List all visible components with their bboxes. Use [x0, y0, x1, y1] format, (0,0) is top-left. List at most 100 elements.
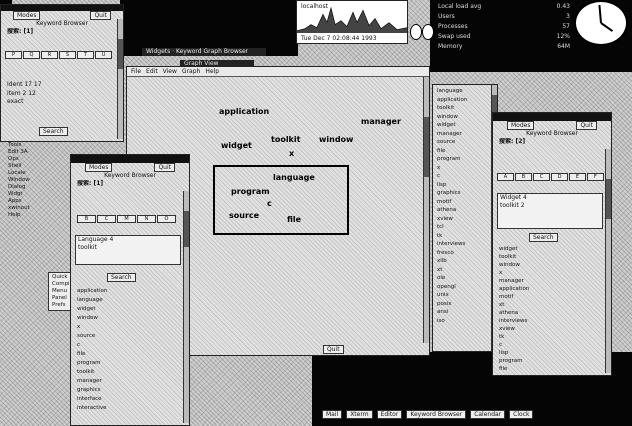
label[interactable]: Help	[8, 212, 30, 219]
list-item[interactable]: application	[77, 287, 107, 296]
window-titlebar[interactable]	[71, 155, 189, 163]
list-item[interactable]: lisp	[437, 181, 467, 190]
list-item[interactable]: application	[437, 96, 467, 105]
list-item[interactable]: fresco	[437, 249, 467, 258]
entry-field[interactable]: Language 4 toolkit	[75, 235, 181, 265]
list-item[interactable]: motif	[499, 293, 529, 301]
label[interactable]: xwinout	[8, 205, 30, 212]
window-titlebar[interactable]	[493, 113, 611, 121]
menu-graph[interactable]: Graph	[182, 67, 200, 76]
list-item[interactable]: ansi	[437, 308, 467, 317]
list-item[interactable]: graphics	[77, 386, 107, 395]
list-item[interactable]: tcl	[437, 223, 467, 232]
taskbar-item[interactable]: Calendar	[470, 410, 506, 419]
list-item[interactable]: manager	[437, 130, 467, 139]
cell[interactable]: E	[569, 173, 586, 181]
cell[interactable]: C	[533, 173, 550, 181]
cell[interactable]: T	[77, 51, 94, 59]
node-file[interactable]: file	[287, 215, 301, 224]
list-item[interactable]: window	[499, 261, 529, 269]
quit-button[interactable]: Quit	[90, 11, 111, 20]
cell[interactable]: U	[95, 51, 112, 59]
taskbar-item[interactable]: Clock	[509, 410, 534, 419]
status-button[interactable]: Quit	[323, 345, 344, 354]
cell[interactable]: A	[497, 173, 514, 181]
menu-edit[interactable]: Edit	[146, 67, 158, 76]
cell[interactable]: M	[117, 215, 136, 223]
node-language[interactable]: language	[273, 173, 315, 182]
node-widget[interactable]: widget	[221, 141, 252, 150]
list-item[interactable]: opengl	[437, 283, 467, 292]
list-item[interactable]: program	[77, 359, 107, 368]
node-c[interactable]: c	[267, 199, 272, 208]
node-application[interactable]: application	[219, 107, 269, 116]
label[interactable]: Ops	[8, 156, 30, 163]
label[interactable]: Window	[8, 177, 30, 184]
list-item[interactable]: x	[437, 164, 467, 173]
list-item[interactable]: unix	[437, 291, 467, 300]
node-program[interactable]: program	[231, 187, 270, 196]
list-item[interactable]: application	[499, 285, 529, 293]
list-item[interactable]: program	[437, 155, 467, 164]
entry-field[interactable]: Widget 4 toolkit 2	[497, 193, 603, 229]
label[interactable]: Wdgt	[8, 191, 30, 198]
center-window-title[interactable]: Widgets · Keyword Graph Browser	[142, 48, 266, 56]
list-item[interactable]: program	[499, 357, 529, 365]
cell[interactable]: B	[77, 215, 96, 223]
cell[interactable]: N	[137, 215, 156, 223]
list-item[interactable]: file	[437, 147, 467, 156]
cell[interactable]: P	[5, 51, 22, 59]
node-manager[interactable]: manager	[361, 117, 401, 126]
cell[interactable]: Q	[23, 51, 40, 59]
list-item[interactable]: interactive	[77, 404, 107, 413]
list-item[interactable]: toolkit	[77, 368, 107, 377]
cell[interactable]: O	[157, 215, 176, 223]
list-item[interactable]: language	[437, 87, 467, 96]
list-item[interactable]: ole	[437, 274, 467, 283]
list-item[interactable]: athena	[437, 206, 467, 215]
list-item[interactable]: widget	[499, 245, 529, 253]
graph-scrollbar[interactable]	[423, 77, 429, 343]
quit-button[interactable]: Quit	[154, 163, 175, 172]
list-item[interactable]: widget	[437, 121, 467, 130]
list-item[interactable]: item 2 12	[7, 90, 42, 99]
cell[interactable]: C	[97, 215, 116, 223]
list-item[interactable]: c	[77, 341, 107, 350]
list-item[interactable]: source	[437, 138, 467, 147]
label[interactable]: Edit 3A	[8, 149, 30, 156]
taskbar-item[interactable]: Keyword Browser	[406, 410, 467, 419]
scrollbar[interactable]	[117, 19, 123, 139]
scrollbar[interactable]	[605, 149, 611, 373]
label[interactable]: Locale	[8, 170, 30, 177]
list-item[interactable]: toolkit	[437, 104, 467, 113]
list-item[interactable]: iso	[437, 317, 467, 326]
list-item[interactable]: file	[77, 350, 107, 359]
cell[interactable]: B	[515, 173, 532, 181]
modes-button[interactable]: Modes	[85, 163, 113, 172]
list-item[interactable]: xt	[499, 301, 529, 309]
search-button[interactable]: Search	[39, 127, 68, 136]
cell[interactable]: F	[587, 173, 604, 181]
list-item[interactable]: manager	[77, 377, 107, 386]
list-item[interactable]: toolkit	[499, 253, 529, 261]
list-item[interactable]: x	[77, 323, 107, 332]
scrollbar[interactable]	[183, 191, 189, 423]
modes-button[interactable]: Modes	[507, 121, 535, 130]
menu-file[interactable]: File	[131, 67, 141, 76]
list-item[interactable]: file	[499, 365, 529, 373]
list-item[interactable]: c	[499, 341, 529, 349]
list-item[interactable]: x	[499, 269, 529, 277]
list-item[interactable]: interviews	[499, 317, 529, 325]
list-item[interactable]: lisp	[499, 349, 529, 357]
list-item[interactable]: tk	[499, 333, 529, 341]
node-toolkit[interactable]: toolkit	[271, 135, 300, 144]
node-source[interactable]: source	[229, 211, 259, 220]
list-item[interactable]: language	[77, 296, 107, 305]
cell[interactable]: D	[551, 173, 568, 181]
list-item[interactable]: interface	[77, 395, 107, 404]
node-window[interactable]: window	[319, 135, 353, 144]
list-item[interactable]: Ident 17 17	[7, 81, 42, 90]
list-item[interactable]: widget	[77, 305, 107, 314]
label[interactable]: Dialog	[8, 184, 30, 191]
search-button[interactable]: Search	[107, 273, 136, 282]
